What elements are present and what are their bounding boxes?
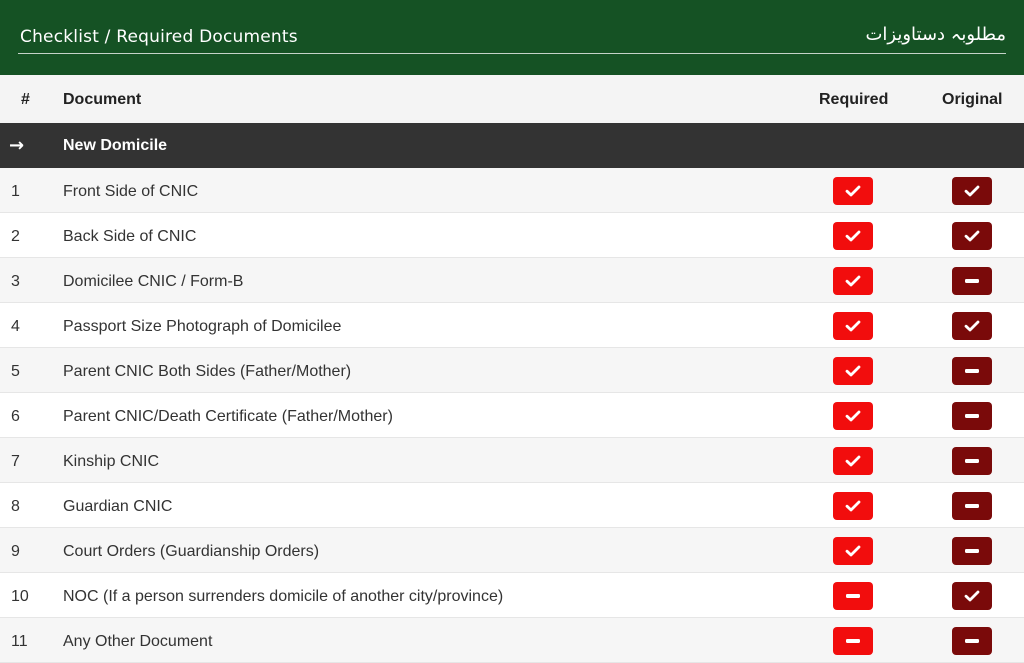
row-number: 8: [11, 498, 20, 515]
table-row: 7 Kinship CNIC: [0, 438, 1024, 483]
table-row: 6 Parent CNIC/Death Certificate (Father/M…: [0, 393, 1024, 438]
required-check-icon: [833, 267, 873, 295]
required-minus-icon: [833, 582, 873, 610]
document-name: Parent CNIC/Death Certificate (Father/Mo…: [63, 408, 393, 425]
urdu-title: مطلوبہ دستاویزات: [865, 24, 1006, 45]
original-minus-icon: [952, 537, 992, 565]
row-number: 10: [11, 588, 29, 605]
required-minus-icon: [833, 627, 873, 655]
document-name: Guardian CNIC: [63, 498, 173, 515]
original-minus-icon: [952, 267, 992, 295]
document-name: Kinship CNIC: [63, 453, 160, 470]
document-name: Back Side of CNIC: [63, 228, 197, 245]
row-number: 11: [11, 633, 28, 650]
required-check-icon: [833, 447, 873, 475]
table-row: 11 Any Other Document: [0, 618, 1024, 663]
column-header-original: Original: [942, 91, 1003, 108]
row-number: 7: [11, 453, 20, 470]
table-row: 1 Front Side of CNIC: [0, 168, 1024, 213]
original-minus-icon: [952, 357, 992, 385]
page-title: Checklist / Required Documents: [20, 27, 298, 47]
document-name: Passport Size Photograph of Domicilee: [63, 318, 342, 335]
document-name: Court Orders (Guardianship Orders): [63, 543, 320, 560]
column-header-document: Document: [63, 91, 142, 108]
required-check-icon: [833, 177, 873, 205]
document-name: Any Other Document: [63, 633, 213, 650]
table-row: 5 Parent CNIC Both Sides (Father/Mother): [0, 348, 1024, 393]
section-label: New Domicile: [63, 137, 168, 154]
required-check-icon: [833, 537, 873, 565]
row-number: 5: [11, 363, 20, 380]
document-name: Front Side of CNIC: [63, 183, 199, 200]
required-check-icon: [833, 222, 873, 250]
document-name: Parent CNIC Both Sides (Father/Mother): [63, 363, 352, 380]
original-minus-icon: [952, 402, 992, 430]
required-check-icon: [833, 312, 873, 340]
original-check-icon: [952, 222, 992, 250]
row-number: 6: [11, 408, 20, 425]
original-minus-icon: [952, 627, 992, 655]
table-row: 2 Back Side of CNIC: [0, 213, 1024, 258]
original-check-icon: [952, 582, 992, 610]
required-check-icon: [833, 402, 873, 430]
original-minus-icon: [952, 492, 992, 520]
table-row: 10 NOC (If a person surrenders domicile o…: [0, 573, 1024, 618]
table-row: 3 Domicilee CNIC / Form-B: [0, 258, 1024, 303]
table-header: # Document Required Original: [0, 75, 1024, 123]
required-check-icon: [833, 492, 873, 520]
table-row: 8 Guardian CNIC: [0, 483, 1024, 528]
column-header-number: #: [21, 91, 30, 108]
header-divider: [18, 53, 1006, 54]
row-number: 3: [11, 273, 20, 290]
row-number: 9: [11, 543, 20, 560]
row-number: 2: [11, 228, 20, 245]
documents-table-body: 1 Front Side of CNIC 2 Back Side of CNIC 3 Do…: [0, 168, 1024, 663]
document-name: NOC (If a person surrenders domicile of …: [63, 588, 504, 605]
table-row: 4 Passport Size Photograph of Domicilee: [0, 303, 1024, 348]
original-check-icon: [952, 177, 992, 205]
section-header-new-domicile[interactable]: → New Domicile: [0, 123, 1024, 168]
document-name: Domicilee CNIC / Form-B: [63, 273, 244, 290]
original-minus-icon: [952, 447, 992, 475]
table-row: 9 Court Orders (Guardianship Orders): [0, 528, 1024, 573]
page-header: Checklist / Required Documents مطلوبہ دس…: [0, 0, 1024, 75]
arrow-right-icon: →: [9, 135, 25, 156]
row-number: 1: [11, 183, 20, 200]
required-check-icon: [833, 357, 873, 385]
column-header-required: Required: [819, 91, 889, 108]
row-number: 4: [11, 318, 20, 335]
original-check-icon: [952, 312, 992, 340]
